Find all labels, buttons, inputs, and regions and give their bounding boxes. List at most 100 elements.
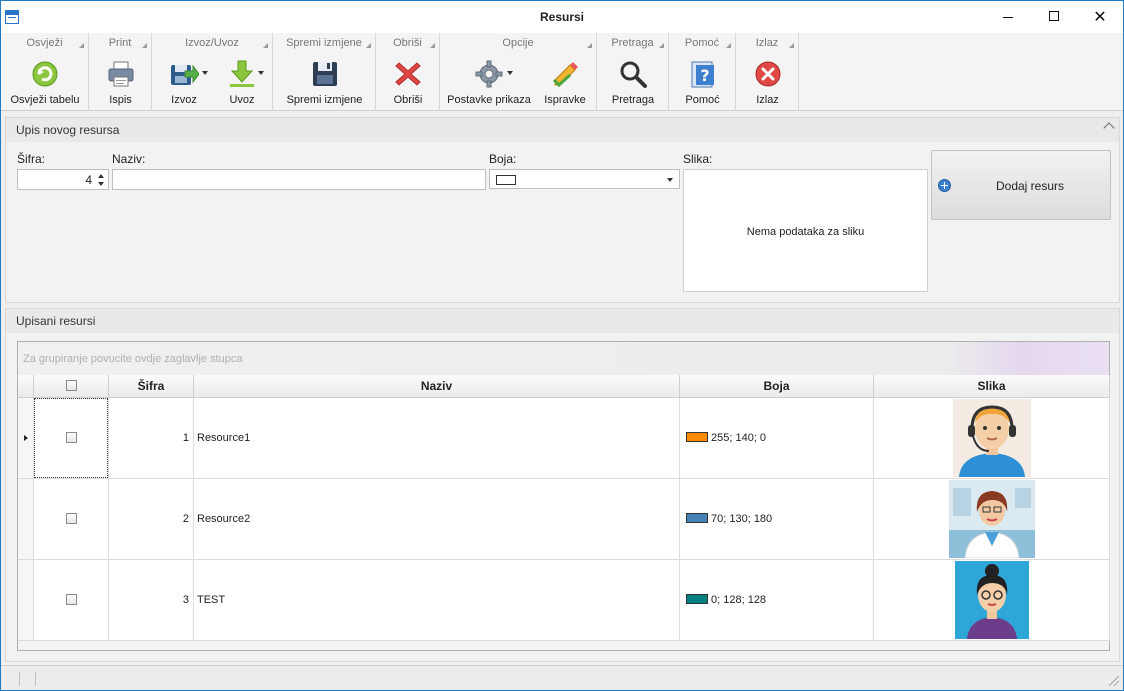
add-resource-button[interactable]: Dodaj resurs — [931, 150, 1111, 220]
row-indicator[interactable] — [18, 479, 34, 560]
group-launcher-icon[interactable] — [659, 43, 664, 48]
row-checkbox[interactable] — [66, 513, 77, 524]
chevron-down-icon[interactable] — [667, 178, 673, 182]
row-checkbox[interactable] — [66, 432, 77, 443]
group-title-osvjezi: Osvježi — [26, 37, 63, 49]
column-header-sifra[interactable]: Šifra — [109, 375, 194, 398]
resize-grip-icon[interactable] — [1109, 676, 1119, 686]
group-title-print: Print — [108, 37, 132, 49]
boja-color-picker[interactable] — [489, 169, 680, 189]
display-settings-button[interactable]: Postavke prikaza — [446, 57, 532, 109]
naziv-label: Naziv: — [112, 152, 146, 166]
refresh-table-label: Osvježi tabelu — [10, 94, 80, 106]
group-izlaz: Izlaz Izlaz — [736, 33, 799, 111]
cell-slika[interactable] — [874, 560, 1110, 641]
display-settings-label: Postavke prikaza — [447, 94, 531, 106]
sifra-spinner[interactable]: 4 — [17, 169, 109, 190]
cell-sifra[interactable]: 1 — [109, 398, 194, 479]
group-launcher-icon[interactable] — [726, 43, 731, 48]
help-icon: ? — [691, 61, 714, 88]
import-button[interactable]: Uvoz — [214, 57, 270, 109]
pencil-check-icon — [552, 62, 578, 88]
group-launcher-icon[interactable] — [587, 43, 592, 48]
naziv-input[interactable] — [112, 169, 486, 190]
import-dropdown-icon[interactable] — [258, 71, 264, 75]
maximize-button[interactable] — [1031, 1, 1077, 33]
row-checkbox[interactable] — [66, 594, 77, 605]
close-button[interactable]: ✕ — [1077, 1, 1123, 33]
status-separator — [19, 672, 20, 686]
refresh-table-button[interactable]: Osvježi tabelu — [3, 57, 87, 109]
cell-boja[interactable]: 70; 130; 180 — [680, 479, 874, 560]
resources-grid: Za grupiranje povucite ovdje zaglavlje s… — [17, 341, 1110, 651]
export-button[interactable]: Izvoz — [156, 57, 212, 109]
export-label: Izvoz — [171, 94, 197, 106]
resources-panel-header: Upisani resursi — [6, 309, 1119, 333]
select-all-checkbox[interactable] — [66, 380, 77, 391]
exit-label: Izlaz — [756, 94, 779, 106]
save-changes-button[interactable]: Spremi izmjene — [275, 57, 374, 109]
group-osvjezi: Osvježi Osvježi tabelu — [1, 33, 89, 111]
cell-slika[interactable] — [874, 398, 1110, 479]
search-button[interactable]: Pretraga — [599, 57, 667, 109]
cell-sifra[interactable]: 2 — [109, 479, 194, 560]
cell-boja[interactable]: 0; 128; 128 — [680, 560, 874, 641]
group-print: Print Ispis — [89, 33, 152, 111]
group-title-opcije: Opcije — [502, 37, 534, 49]
new-resource-panel-header[interactable]: Upis novog resursa — [6, 118, 1119, 142]
slika-label: Slika: — [683, 152, 713, 166]
group-by-panel[interactable]: Za grupiranje povucite ovdje zaglavlje s… — [18, 342, 1109, 375]
table-row-select[interactable] — [34, 479, 109, 560]
delete-icon — [395, 62, 421, 86]
spin-down-icon[interactable] — [98, 182, 104, 186]
column-header-naziv[interactable]: Naziv — [194, 375, 680, 398]
exit-button[interactable]: Izlaz — [738, 57, 797, 109]
print-button[interactable]: Ispis — [91, 57, 150, 109]
window-title: Resursi — [539, 10, 585, 24]
group-launcher-icon[interactable] — [263, 43, 268, 48]
group-obrisi: Obriši Obriši — [376, 33, 440, 111]
group-title-pomoc: Pomoć — [684, 37, 720, 49]
group-launcher-icon[interactable] — [142, 43, 147, 48]
cell-naziv[interactable]: Resource2 — [194, 479, 680, 560]
help-label: Pomoć — [685, 94, 720, 106]
table-row-select[interactable] — [34, 398, 109, 479]
export-icon — [171, 64, 199, 85]
corrections-button[interactable]: Ispravke — [538, 57, 592, 109]
group-launcher-icon[interactable] — [789, 43, 794, 48]
display-settings-dropdown-icon[interactable] — [507, 71, 513, 75]
spin-up-icon[interactable] — [98, 174, 104, 178]
group-launcher-icon[interactable] — [430, 43, 435, 48]
row-indicator[interactable] — [18, 560, 34, 641]
cell-naziv[interactable]: Resource1 — [194, 398, 680, 479]
avatar-support-agent-icon — [953, 399, 1031, 477]
group-launcher-icon[interactable] — [79, 43, 84, 48]
title-bar: Resursi ✕ — [1, 1, 1123, 33]
cell-naziv[interactable]: TEST — [194, 560, 680, 641]
select-all-header[interactable] — [34, 375, 109, 398]
export-dropdown-icon[interactable] — [202, 71, 208, 75]
image-drop-area[interactable]: Nema podataka za sliku — [683, 169, 928, 292]
minimize-button[interactable] — [985, 1, 1031, 33]
cell-boja[interactable]: 255; 140; 0 — [680, 398, 874, 479]
group-izvoz-uvoz: Izvoz/Uvoz Izvoz Uvoz — [152, 33, 273, 111]
group-title-pretraga: Pretraga — [611, 37, 654, 49]
group-opcije: Opcije Postavke prikaza Ispravke — [440, 33, 597, 111]
boja-label: Boja: — [489, 152, 517, 166]
group-launcher-icon[interactable] — [366, 43, 371, 48]
table-row-select[interactable] — [34, 560, 109, 641]
column-header-boja[interactable]: Boja — [680, 375, 874, 398]
cell-slika[interactable] — [874, 479, 1110, 560]
row-indicator[interactable] — [18, 398, 34, 479]
cell-sifra[interactable]: 3 — [109, 560, 194, 641]
maximize-icon — [1049, 11, 1059, 21]
new-resource-panel: Upis novog resursa Šifra: 4 Naziv: Boja:… — [5, 117, 1120, 303]
column-header-slika[interactable]: Slika — [874, 375, 1110, 398]
status-separator — [35, 672, 36, 686]
delete-button[interactable]: Obriši — [378, 57, 438, 109]
ribbon-toolbar: Osvježi Osvježi tabelu Print Ispis Izvoz… — [1, 33, 1123, 111]
chevron-up-icon[interactable] — [1103, 122, 1115, 134]
color-swatch — [686, 513, 708, 523]
exit-icon — [755, 61, 780, 87]
help-button[interactable]: ? Pomoć — [671, 57, 734, 109]
